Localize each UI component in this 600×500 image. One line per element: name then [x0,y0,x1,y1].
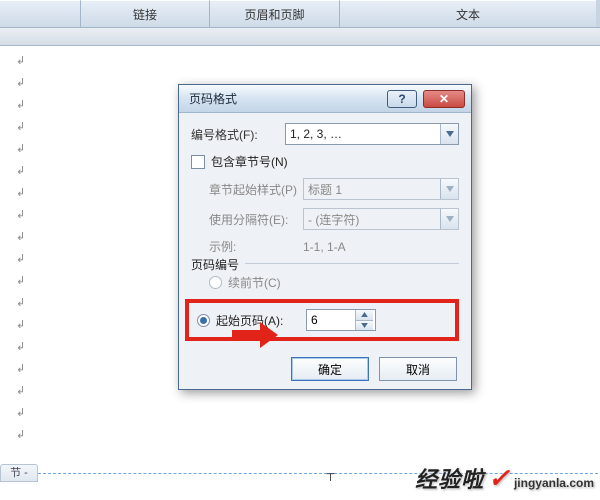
dialog-body: 编号格式(F): 1, 2, 3, … 包含章节号(N) 章节起始样式(P) 标… [179,113,471,389]
ribbon-group-text[interactable]: 文本 [340,0,596,27]
dropdown-arrow-icon [440,124,458,144]
paragraph-mark: ↲ [16,358,28,380]
highlight-annotation: 起始页码(A): [185,299,459,341]
dialog-footer: 确定 取消 [179,349,471,389]
ribbon-group-header-footer[interactable]: 页眉和页脚 [210,0,340,27]
continue-previous-radio[interactable] [209,276,222,289]
chapter-style-select: 标题 1 [303,178,459,200]
include-chapter-label: 包含章节号(N) [211,153,288,170]
paragraph-mark: ↲ [16,248,28,270]
page-numbering-title: 页码编号 [191,256,245,273]
separator-select: - (连字符) [303,208,459,230]
cancel-button[interactable]: 取消 [379,357,457,381]
dialog-title: 页码格式 [189,90,387,107]
number-format-label: 编号格式(F): [191,126,285,143]
ribbon-spacer [0,0,80,27]
watermark-text: 经验啦 [415,462,484,494]
help-icon: ? [398,92,405,106]
chapter-style-label: 章节起始样式(P) [209,181,303,198]
chapter-style-value: 标题 1 [308,181,342,198]
paragraph-mark: ↲ [16,270,28,292]
ruler [0,28,600,46]
ribbon-group-link[interactable]: 链接 [80,0,210,27]
watermark: 经验啦 ✓ jingyanla.com [415,462,594,494]
paragraph-mark: ↲ [16,314,28,336]
paragraph-mark: ↲ [16,138,28,160]
text-cursor-icon: ⸆ [326,468,335,492]
number-format-select[interactable]: 1, 2, 3, … [285,123,459,145]
start-at-input[interactable] [307,310,355,330]
number-format-value: 1, 2, 3, … [290,127,342,141]
start-at-spinner[interactable] [306,309,376,331]
paragraph-mark: ↲ [16,50,28,72]
paragraph-marks-column: ↲ ↲ ↲ ↲ ↲ ↲ ↲ ↲ ↲ ↲ ↲ ↲ ↲ ↲ ↲ ↲ ↲ ↲ [16,50,28,488]
paragraph-mark: ↲ [16,336,28,358]
close-icon: ✕ [439,92,449,106]
ok-button[interactable]: 确定 [291,357,369,381]
spinner-down-icon[interactable] [356,320,373,331]
dialog-titlebar[interactable]: 页码格式 ? ✕ [179,85,471,113]
page-number-format-dialog: 页码格式 ? ✕ 编号格式(F): 1, 2, 3, … 包含章节号(N) 章节… [178,84,472,390]
paragraph-mark: ↲ [16,226,28,248]
paragraph-mark: ↲ [16,424,28,446]
separator-label: 使用分隔符(E): [209,211,303,228]
watermark-url: jingyanla.com [514,476,594,490]
paragraph-mark: ↲ [16,380,28,402]
paragraph-mark: ↲ [16,204,28,226]
paragraph-mark: ↲ [16,402,28,424]
section-indicator[interactable]: 节 - [0,464,38,482]
ribbon-tabs: 链接 页眉和页脚 文本 [0,0,600,28]
close-button[interactable]: ✕ [423,90,465,108]
dropdown-arrow-icon [440,209,458,229]
paragraph-mark: ↲ [16,160,28,182]
paragraph-mark: ↲ [16,116,28,138]
paragraph-mark: ↲ [16,94,28,116]
paragraph-mark: ↲ [16,182,28,204]
example-value: 1-1, 1-A [303,240,459,254]
paragraph-mark: ↲ [16,72,28,94]
dropdown-arrow-icon [440,179,458,199]
example-label: 示例: [209,238,303,255]
checkmark-icon: ✓ [488,463,510,494]
help-button[interactable]: ? [387,90,417,108]
include-chapter-checkbox[interactable] [191,155,205,169]
separator-value: - (连字符) [308,211,359,228]
continue-previous-label: 续前节(C) [228,274,281,291]
spinner-up-icon[interactable] [356,310,373,320]
start-at-radio[interactable] [197,314,210,327]
arrow-annotation-icon [232,322,278,353]
paragraph-mark: ↲ [16,292,28,314]
